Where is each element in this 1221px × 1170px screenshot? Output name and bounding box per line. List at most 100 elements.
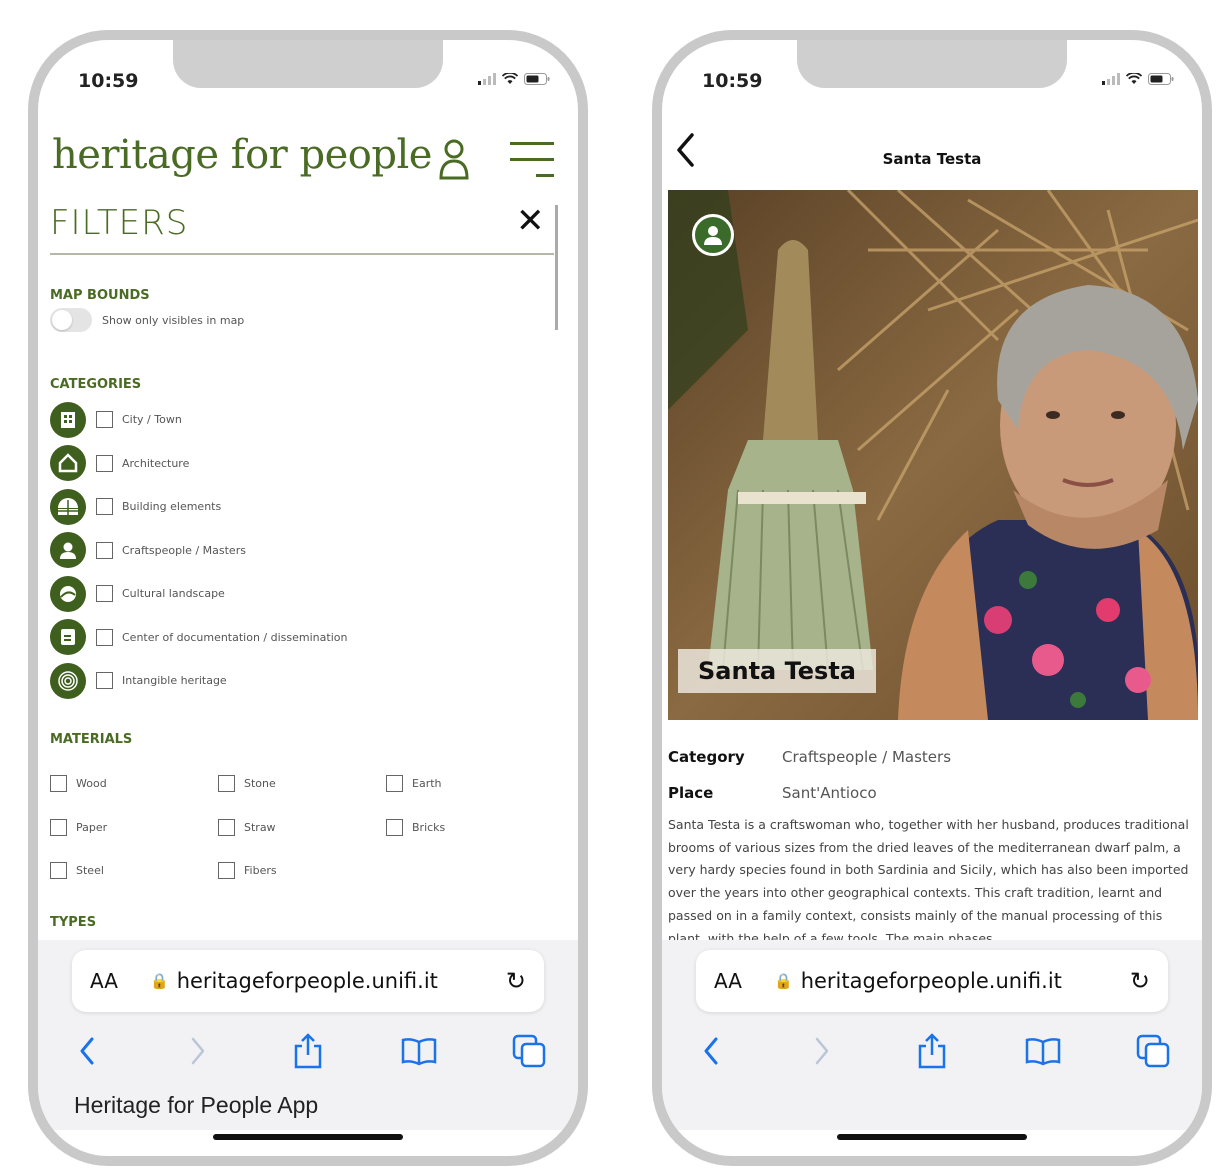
back-icon[interactable]	[688, 1028, 734, 1074]
phone-left: 10:59 heritage for people FILTERS ✕ MAP …	[28, 30, 588, 1166]
scrollbar[interactable]	[555, 205, 558, 330]
back-icon[interactable]	[64, 1028, 110, 1074]
browser-toolbar	[682, 1026, 1182, 1076]
notch	[173, 40, 443, 88]
share-icon[interactable]	[909, 1028, 955, 1074]
material-label: Earth	[412, 777, 442, 791]
url-text[interactable]: heritageforpeople.unifi.it	[177, 969, 506, 993]
share-icon[interactable]	[285, 1028, 331, 1074]
place-value: Sant'Antioco	[782, 784, 877, 802]
map-bounds-heading: MAP BOUNDS	[50, 288, 150, 303]
material-checkbox[interactable]	[218, 775, 235, 793]
category-label: Intangible heritage	[122, 674, 227, 688]
material-checkbox[interactable]	[50, 862, 67, 880]
fingerprint-icon	[50, 662, 86, 699]
address-bar[interactable]: AA 🔒 heritageforpeople.unifi.it ↻	[72, 950, 544, 1012]
category-checkbox[interactable]	[96, 454, 113, 472]
bookmarks-icon[interactable]	[1020, 1028, 1066, 1074]
house-icon	[50, 445, 86, 482]
material-option[interactable]: Steel	[50, 862, 218, 880]
signal-icon	[1102, 73, 1120, 85]
material-checkbox[interactable]	[386, 775, 403, 793]
category-list: City / Town Architecture Building elemen…	[50, 398, 347, 703]
material-label: Bricks	[412, 820, 446, 834]
home-indicator[interactable]	[837, 1134, 1027, 1140]
category-item[interactable]: Center of documentation / dissemination	[50, 616, 347, 660]
status-time: 10:59	[78, 70, 139, 92]
category-key: Category	[668, 748, 745, 766]
home-indicator[interactable]	[213, 1134, 403, 1140]
material-option[interactable]: Fibers	[218, 862, 386, 880]
materials-grid: Wood Stone Earth Paper Straw Bricks Stee…	[50, 762, 560, 893]
material-label: Paper	[76, 820, 108, 834]
close-icon[interactable]: ✕	[516, 204, 545, 238]
material-checkbox[interactable]	[50, 775, 67, 793]
category-checkbox[interactable]	[96, 585, 113, 603]
category-item[interactable]: Intangible heritage	[50, 659, 347, 703]
category-item[interactable]: Craftspeople / Masters	[50, 529, 347, 573]
material-label: Straw	[244, 820, 276, 834]
battery-icon	[524, 73, 550, 85]
person-icon	[692, 214, 734, 256]
material-checkbox[interactable]	[386, 818, 403, 836]
brand-logo[interactable]: heritage for people	[52, 132, 432, 178]
material-option[interactable]: Wood	[50, 775, 218, 793]
category-label: City / Town	[122, 413, 182, 427]
material-label: Wood	[76, 777, 107, 791]
forward-icon[interactable]	[799, 1028, 845, 1074]
category-item[interactable]: City / Town	[50, 398, 347, 442]
category-item[interactable]: Cultural landscape	[50, 572, 347, 616]
material-option[interactable]: Stone	[218, 775, 386, 793]
reload-icon[interactable]: ↻	[506, 967, 526, 995]
category-label: Building elements	[122, 500, 222, 514]
map-bounds-toggle[interactable]	[50, 308, 92, 332]
material-checkbox[interactable]	[218, 818, 235, 836]
category-checkbox[interactable]	[96, 541, 113, 559]
category-item[interactable]: Architecture	[50, 442, 347, 486]
material-label: Stone	[244, 777, 276, 791]
category-value: Craftspeople / Masters	[782, 748, 952, 766]
map-bounds-toggle-row[interactable]: Show only visibles in map	[50, 308, 244, 332]
material-option[interactable]: Earth	[386, 775, 554, 793]
place-key: Place	[668, 784, 714, 802]
categories-heading: CATEGORIES	[50, 377, 142, 392]
reload-icon[interactable]: ↻	[1130, 967, 1150, 995]
wifi-icon	[1126, 73, 1142, 85]
browser-toolbar	[58, 1026, 558, 1076]
category-item[interactable]: Building elements	[50, 485, 347, 529]
divider	[50, 253, 554, 255]
materials-heading: MATERIALS	[50, 732, 133, 747]
category-checkbox[interactable]	[96, 628, 113, 646]
category-checkbox[interactable]	[96, 411, 113, 429]
address-bar[interactable]: AA 🔒 heritageforpeople.unifi.it ↻	[696, 950, 1168, 1012]
material-option[interactable]: Paper	[50, 818, 218, 836]
material-checkbox[interactable]	[50, 818, 67, 836]
lock-icon: 🔒	[774, 972, 793, 990]
tabs-icon[interactable]	[1130, 1028, 1176, 1074]
hamburger-menu-icon[interactable]	[508, 140, 556, 184]
category-checkbox[interactable]	[96, 672, 113, 690]
reader-aa-button[interactable]: AA	[90, 969, 150, 993]
bookmarks-icon[interactable]	[396, 1028, 442, 1074]
reader-aa-button[interactable]: AA	[714, 969, 774, 993]
photo-illustration	[668, 190, 1198, 720]
material-option[interactable]: Bricks	[386, 818, 554, 836]
category-label: Architecture	[122, 456, 190, 470]
forward-icon[interactable]	[175, 1028, 221, 1074]
landscape-icon	[50, 575, 86, 612]
material-checkbox[interactable]	[218, 862, 235, 880]
place-row: Place Sant'Antioco	[668, 784, 1196, 802]
lock-icon: 🔒	[150, 972, 169, 990]
url-text[interactable]: heritageforpeople.unifi.it	[801, 969, 1130, 993]
filters-title: FILTERS	[50, 203, 189, 243]
materials-row: Steel Fibers	[50, 849, 560, 893]
category-checkbox[interactable]	[96, 498, 113, 516]
page-title: Santa Testa	[882, 150, 982, 168]
material-option[interactable]: Straw	[218, 818, 386, 836]
user-icon[interactable]	[438, 138, 470, 184]
signal-icon	[478, 73, 496, 85]
category-label: Center of documentation / dissemination	[122, 630, 348, 644]
status-icons	[478, 73, 550, 85]
materials-row: Wood Stone Earth	[50, 762, 560, 806]
tabs-icon[interactable]	[506, 1028, 552, 1074]
